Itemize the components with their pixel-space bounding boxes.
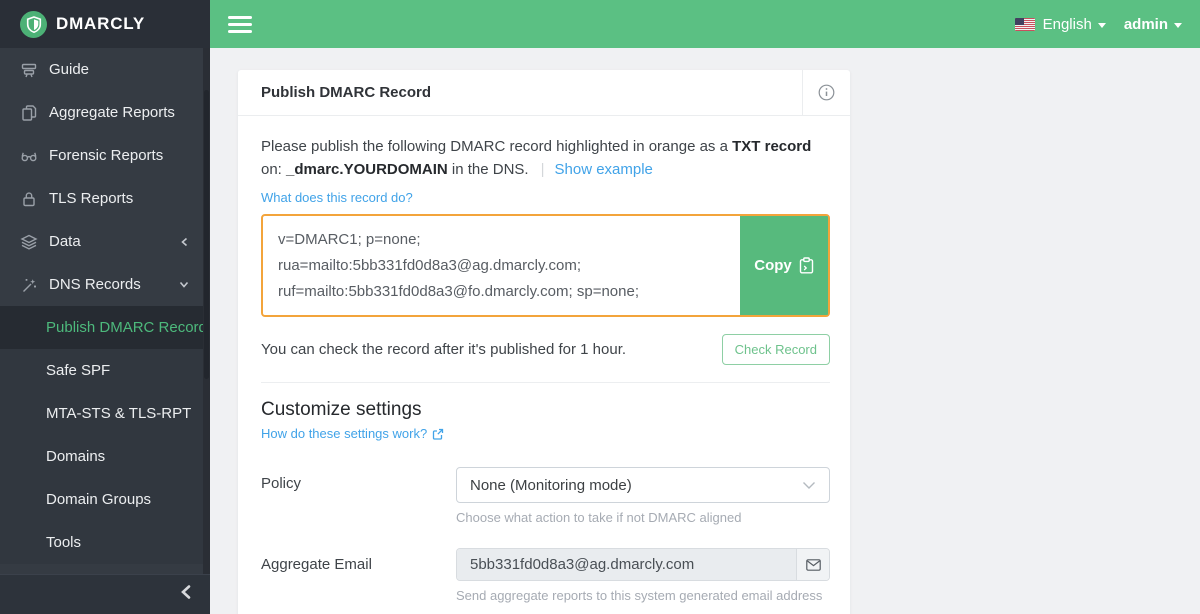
lock-icon bbox=[20, 190, 38, 208]
user-dropdown[interactable]: admin bbox=[1124, 16, 1182, 33]
sidebar-item-label: Publish DMARC Record bbox=[46, 319, 207, 336]
policy-select[interactable]: None (Monitoring mode) bbox=[456, 467, 830, 503]
topbar: English admin bbox=[210, 0, 1200, 48]
aggregate-email-helper-text: Send aggregate reports to this system ge… bbox=[456, 588, 830, 603]
sidebar-item-safe-spf[interactable]: Safe SPF bbox=[0, 349, 203, 392]
aggregate-email-group bbox=[456, 548, 830, 581]
copy-button-label: Copy bbox=[754, 257, 792, 274]
sidebar-item-label: TLS Reports bbox=[49, 190, 133, 207]
sidebar-item-label: Domains bbox=[46, 448, 105, 465]
caret-down-icon bbox=[1098, 23, 1106, 28]
external-link-icon bbox=[432, 428, 444, 440]
sidebar-item-label: Guide bbox=[49, 61, 89, 78]
sidebar-item-forensic-reports[interactable]: Forensic Reports bbox=[0, 134, 203, 177]
main-content: Publish DMARC Record Please publish the … bbox=[210, 48, 1200, 614]
logo-text: DMARCLY bbox=[56, 14, 145, 34]
card-header: Publish DMARC Record bbox=[238, 70, 850, 116]
clipboard-icon bbox=[799, 257, 814, 274]
chevron-down-icon bbox=[802, 481, 816, 490]
policy-helper-text: Choose what action to take if not DMARC … bbox=[456, 510, 830, 525]
section-divider bbox=[261, 382, 830, 383]
aggregate-email-label: Aggregate Email bbox=[261, 548, 456, 603]
hamburger-menu-icon[interactable] bbox=[228, 16, 252, 33]
sidebar-collapse-button[interactable] bbox=[0, 574, 210, 614]
sidebar-item-data[interactable]: Data bbox=[0, 220, 203, 263]
intro-text: in the DNS. bbox=[448, 161, 529, 178]
sidebar-item-label: Forensic Reports bbox=[49, 147, 163, 164]
sidebar-item-label: DNS Records bbox=[49, 276, 141, 293]
sidebar-item-label: Aggregate Reports bbox=[49, 104, 175, 121]
aggregate-email-row: Aggregate Email Send aggregate reports t… bbox=[261, 548, 830, 603]
collapse-chevron-left-icon bbox=[180, 584, 192, 605]
intro-text: Please publish the following DMARC recor… bbox=[261, 138, 732, 155]
sidebar-item-domains[interactable]: Domains bbox=[0, 435, 203, 478]
customize-settings-form: Policy None (Monitoring mode) Choose wha… bbox=[261, 467, 830, 614]
sidebar-item-label: Data bbox=[49, 233, 81, 250]
customize-settings-heading: Customize settings bbox=[261, 399, 830, 421]
info-icon bbox=[818, 84, 835, 101]
publish-dmarc-record-card: Publish DMARC Record Please publish the … bbox=[238, 70, 850, 614]
separator: | bbox=[541, 161, 545, 178]
dmarc-record-box: v=DMARC1; p=none; rua=mailto:5bb331fd0d8… bbox=[261, 214, 830, 317]
chevron-down-icon bbox=[179, 280, 189, 289]
sidebar-item-label: MTA-STS & TLS-RPT bbox=[46, 405, 191, 422]
dmarc-host-bold: _dmarc.YOURDOMAIN bbox=[286, 161, 448, 178]
sidebar-scrollbar[interactable] bbox=[203, 48, 210, 574]
sidebar-nav: Guide Aggregate Reports Forensic Reports… bbox=[0, 48, 203, 564]
sidebar-item-domain-groups[interactable]: Domain Groups bbox=[0, 478, 203, 521]
txt-record-bold: TXT record bbox=[732, 138, 811, 155]
settings-help-label: How do these settings work? bbox=[261, 426, 427, 441]
sidebar-item-dns-records[interactable]: DNS Records bbox=[0, 263, 203, 306]
chevron-left-icon bbox=[180, 237, 189, 247]
topbar-right: English admin bbox=[1015, 16, 1182, 33]
policy-selected-value: None (Monitoring mode) bbox=[470, 477, 632, 494]
show-example-link[interactable]: Show example bbox=[555, 161, 653, 178]
policy-label: Policy bbox=[261, 467, 456, 525]
page-title: Publish DMARC Record bbox=[238, 70, 802, 115]
sidebar-item-tls-reports[interactable]: TLS Reports bbox=[0, 177, 203, 220]
sidebar-item-aggregate-reports[interactable]: Aggregate Reports bbox=[0, 91, 203, 134]
dmarcly-app: DMARCLY Guide Aggregate Reports Forensic… bbox=[0, 0, 1200, 614]
info-button[interactable] bbox=[802, 70, 850, 115]
sidebar-item-tools[interactable]: Tools bbox=[0, 521, 203, 564]
settings-help-link[interactable]: How do these settings work? bbox=[261, 426, 444, 441]
signpost-icon bbox=[20, 61, 38, 79]
aggregate-email-field: Send aggregate reports to this system ge… bbox=[456, 548, 830, 603]
copy-button[interactable]: Copy bbox=[740, 216, 828, 315]
sidebar-item-label: Domain Groups bbox=[46, 491, 151, 508]
aggregate-email-input[interactable] bbox=[457, 549, 796, 580]
layers-icon bbox=[20, 233, 38, 251]
policy-field: None (Monitoring mode) Choose what actio… bbox=[456, 467, 830, 525]
check-record-text: You can check the record after it's publ… bbox=[261, 341, 626, 358]
sidebar-item-publish-dmarc-record[interactable]: Publish DMARC Record bbox=[0, 306, 203, 349]
dns-records-submenu: Publish DMARC Record Safe SPF MTA-STS & … bbox=[0, 306, 203, 564]
check-record-button[interactable]: Check Record bbox=[722, 334, 830, 365]
policy-row: Policy None (Monitoring mode) Choose wha… bbox=[261, 467, 830, 525]
glasses-icon bbox=[20, 147, 38, 165]
check-record-row: You can check the record after it's publ… bbox=[261, 334, 830, 365]
magic-wand-icon bbox=[20, 276, 38, 294]
language-dropdown[interactable]: English bbox=[1043, 16, 1106, 33]
intro-text: on: bbox=[261, 161, 286, 178]
sidebar: DMARCLY Guide Aggregate Reports Forensic… bbox=[0, 0, 210, 614]
aggregate-email-mail-button[interactable] bbox=[796, 549, 829, 580]
sidebar-item-guide[interactable]: Guide bbox=[0, 48, 203, 91]
us-flag-icon bbox=[1015, 18, 1035, 31]
sidebar-scrollbar-thumb[interactable] bbox=[204, 90, 209, 379]
publish-instructions: Please publish the following DMARC recor… bbox=[261, 136, 827, 181]
sidebar-item-mta-sts-tls-rpt[interactable]: MTA-STS & TLS-RPT bbox=[0, 392, 203, 435]
envelope-icon bbox=[806, 559, 821, 571]
user-label: admin bbox=[1124, 16, 1168, 33]
language-label: English bbox=[1043, 16, 1092, 33]
dmarcly-shield-icon bbox=[20, 11, 47, 38]
record-help-link[interactable]: What does this record do? bbox=[261, 190, 413, 205]
copy-pages-icon bbox=[20, 104, 38, 122]
logo[interactable]: DMARCLY bbox=[0, 0, 210, 48]
caret-down-icon bbox=[1174, 23, 1182, 28]
sidebar-item-label: Tools bbox=[46, 534, 81, 551]
card-body: Please publish the following DMARC recor… bbox=[238, 116, 850, 614]
sidebar-item-label: Safe SPF bbox=[46, 362, 110, 379]
